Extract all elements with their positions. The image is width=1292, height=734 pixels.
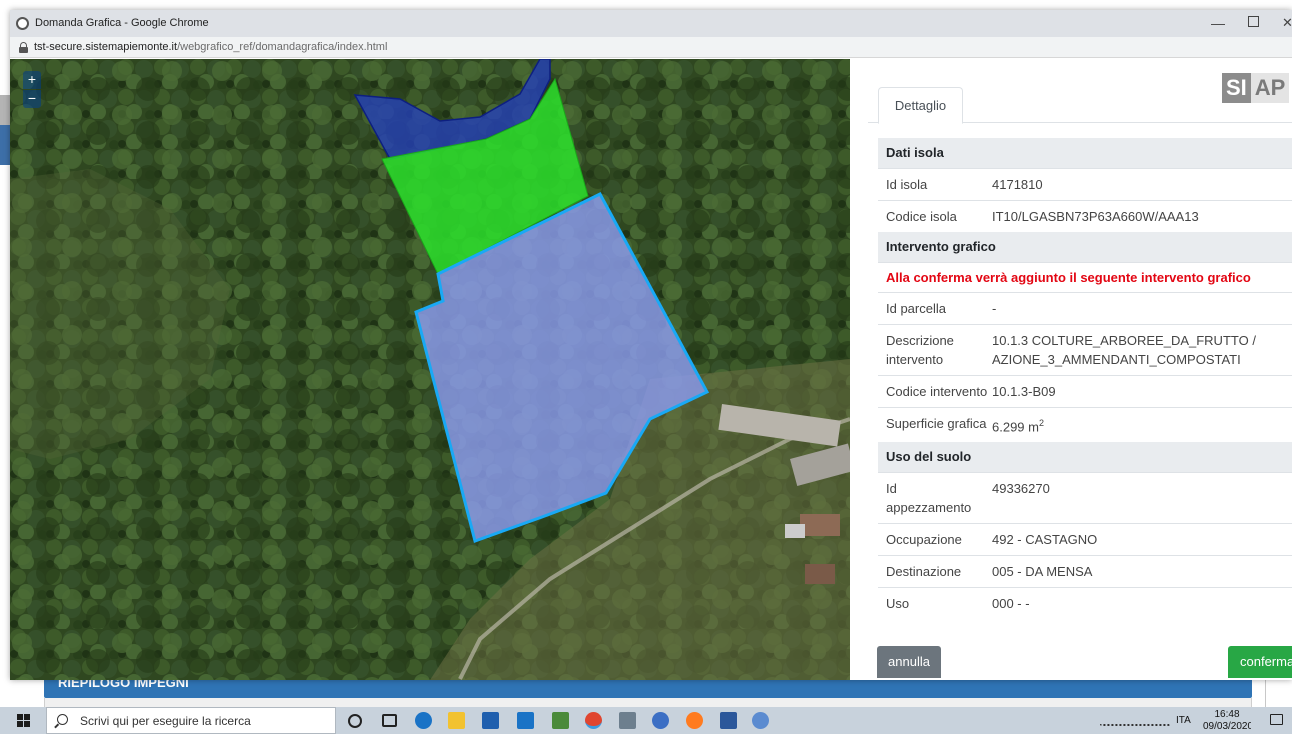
maximize-button[interactable] (1248, 16, 1259, 27)
row-id-parcella: Id parcella - (878, 292, 1292, 324)
teams-icon[interactable] (652, 712, 669, 729)
background-sidebar-accent (0, 125, 10, 165)
word-icon[interactable] (720, 712, 737, 729)
edge-icon[interactable] (415, 712, 432, 729)
row-value: 4171810 (992, 177, 1043, 192)
chrome-icon[interactable] (585, 712, 602, 729)
warning-message: Alla conferma verrà aggiunto il seguente… (878, 262, 1292, 292)
task-view-icon[interactable] (382, 714, 397, 727)
building (805, 564, 835, 584)
row-superficie-grafica: Superficie grafica 6.299 m2 (878, 407, 1292, 442)
url-text[interactable]: tst-secure.sistemapiemonte.it/webgrafico… (34, 41, 387, 53)
minimize-button[interactable]: — (1206, 12, 1230, 34)
row-label: Codice isola (886, 209, 957, 224)
row-destinazione: Destinazione 005 - DA MENSA (878, 555, 1292, 587)
clock-time: 16:48 (1214, 709, 1240, 720)
search-placeholder: Scrivi qui per eseguire la ricerca (80, 714, 251, 728)
address-bar[interactable]: tst-secure.sistemapiemonte.it/webgrafico… (10, 37, 1292, 58)
superficie-value: 6.299 m (992, 419, 1039, 435)
row-id-appezzamento: Id appezzamento 49336270 (878, 472, 1292, 523)
section-uso-suolo: Uso del suolo (878, 442, 1292, 473)
row-value: 49336270 (992, 481, 1050, 497)
globe-icon (16, 17, 29, 30)
clock[interactable]: 16:48 09/03/2020 (1203, 709, 1251, 734)
close-button[interactable]: ✕ (1282, 12, 1292, 34)
clock-date: 09/03/2020 (1203, 721, 1251, 732)
row-value: 000 - - (992, 596, 1030, 612)
firefox-icon[interactable] (686, 712, 703, 729)
row-value: 10.1.3-B09 (992, 384, 1056, 399)
search-icon-handle (54, 723, 59, 729)
row-label: Id isola (886, 177, 928, 192)
row-label: Uso (886, 596, 910, 612)
window-title: Domanda Grafica - Google Chrome (35, 17, 209, 29)
row-label: Id parcella (886, 301, 946, 316)
row-codice-isola: Codice isola IT10/LGASBN73P63A660W/AAA13 (878, 200, 1292, 232)
row-value: 005 - DA MENSA (992, 564, 1093, 580)
background-panel-body (44, 698, 1252, 707)
row-value: 6.299 m2 (992, 414, 1292, 436)
windows-start-icon[interactable] (0, 707, 46, 734)
detail-table: Dati isola Id isola 4171810 Codice isola… (878, 138, 1292, 619)
paint-icon[interactable] (752, 712, 769, 729)
row-label: Superficie grafica (886, 416, 987, 431)
section-dati-isola: Dati isola (878, 138, 1292, 168)
title-bar: Domanda Grafica - Google Chrome — ✕ (10, 10, 1292, 37)
zoom-in-button[interactable]: + (23, 71, 41, 89)
browser-window: Domanda Grafica - Google Chrome — ✕ tst-… (10, 10, 1292, 680)
cortana-icon[interactable] (348, 714, 362, 728)
lock-icon (19, 42, 28, 53)
row-label: Occupazione (886, 532, 962, 548)
row-id-isola: Id isola 4171810 (878, 168, 1292, 200)
row-label: Descrizione intervento (886, 333, 954, 367)
mail-icon[interactable] (517, 712, 534, 729)
store-icon[interactable] (482, 712, 499, 729)
row-occupazione: Occupazione 492 - CASTAGNO (878, 523, 1292, 555)
row-value: - (992, 301, 997, 316)
superficie-unit-exponent: 2 (1038, 418, 1044, 428)
row-value: 492 - CASTAGNO (992, 532, 1098, 548)
taskbar: Scrivi qui per eseguire la ricerca ITA 1… (0, 707, 1292, 734)
row-label: Destinazione (886, 564, 962, 580)
url-path: /webgrafico_ref/domandagrafica/index.htm… (177, 41, 388, 53)
row-value: IT10/LGASBN73P63A660W/AAA13 (992, 209, 1199, 224)
url-domain: tst-secure.sistemapiemonte.it (34, 41, 178, 53)
row-codice-intervento: Codice intervento 10.1.3-B09 (878, 375, 1292, 407)
taskbar-search-input[interactable]: Scrivi qui per eseguire la ricerca (46, 707, 336, 734)
map-view[interactable]: + − (10, 59, 850, 680)
row-label: Codice intervento (886, 384, 988, 399)
tray-icons[interactable] (1100, 716, 1170, 726)
tab-bar: Dettaglio (868, 84, 1292, 124)
building (785, 524, 805, 538)
detail-panel: SI AP Dettaglio Dati isola Id isola 41718… (850, 59, 1292, 680)
conferma-button[interactable]: conferma (1228, 646, 1292, 678)
row-label: Id appezzamento (886, 481, 972, 516)
building (800, 514, 840, 536)
language-indicator[interactable]: ITA (1176, 715, 1191, 726)
row-uso: Uso 000 - - (878, 587, 1292, 619)
map-canvas[interactable] (10, 59, 850, 680)
row-descrizione-intervento: Descrizione intervento 10.1.3 COLTURE_AR… (878, 324, 1292, 375)
notification-icon[interactable] (1270, 714, 1283, 725)
photos-icon[interactable] (552, 712, 569, 729)
background-divider (1265, 678, 1266, 707)
annulla-button[interactable]: annulla (877, 646, 941, 678)
zoom-out-button[interactable]: − (23, 90, 41, 108)
app-icon[interactable] (619, 712, 636, 729)
search-icon (57, 714, 68, 725)
section-intervento-grafico: Intervento grafico (878, 232, 1292, 262)
row-value: 10.1.3 COLTURE_ARBOREE_DA_FRUTTO / AZION… (992, 333, 1256, 367)
tab-dettaglio[interactable]: Dettaglio (878, 87, 963, 124)
file-explorer-icon[interactable] (448, 712, 465, 729)
